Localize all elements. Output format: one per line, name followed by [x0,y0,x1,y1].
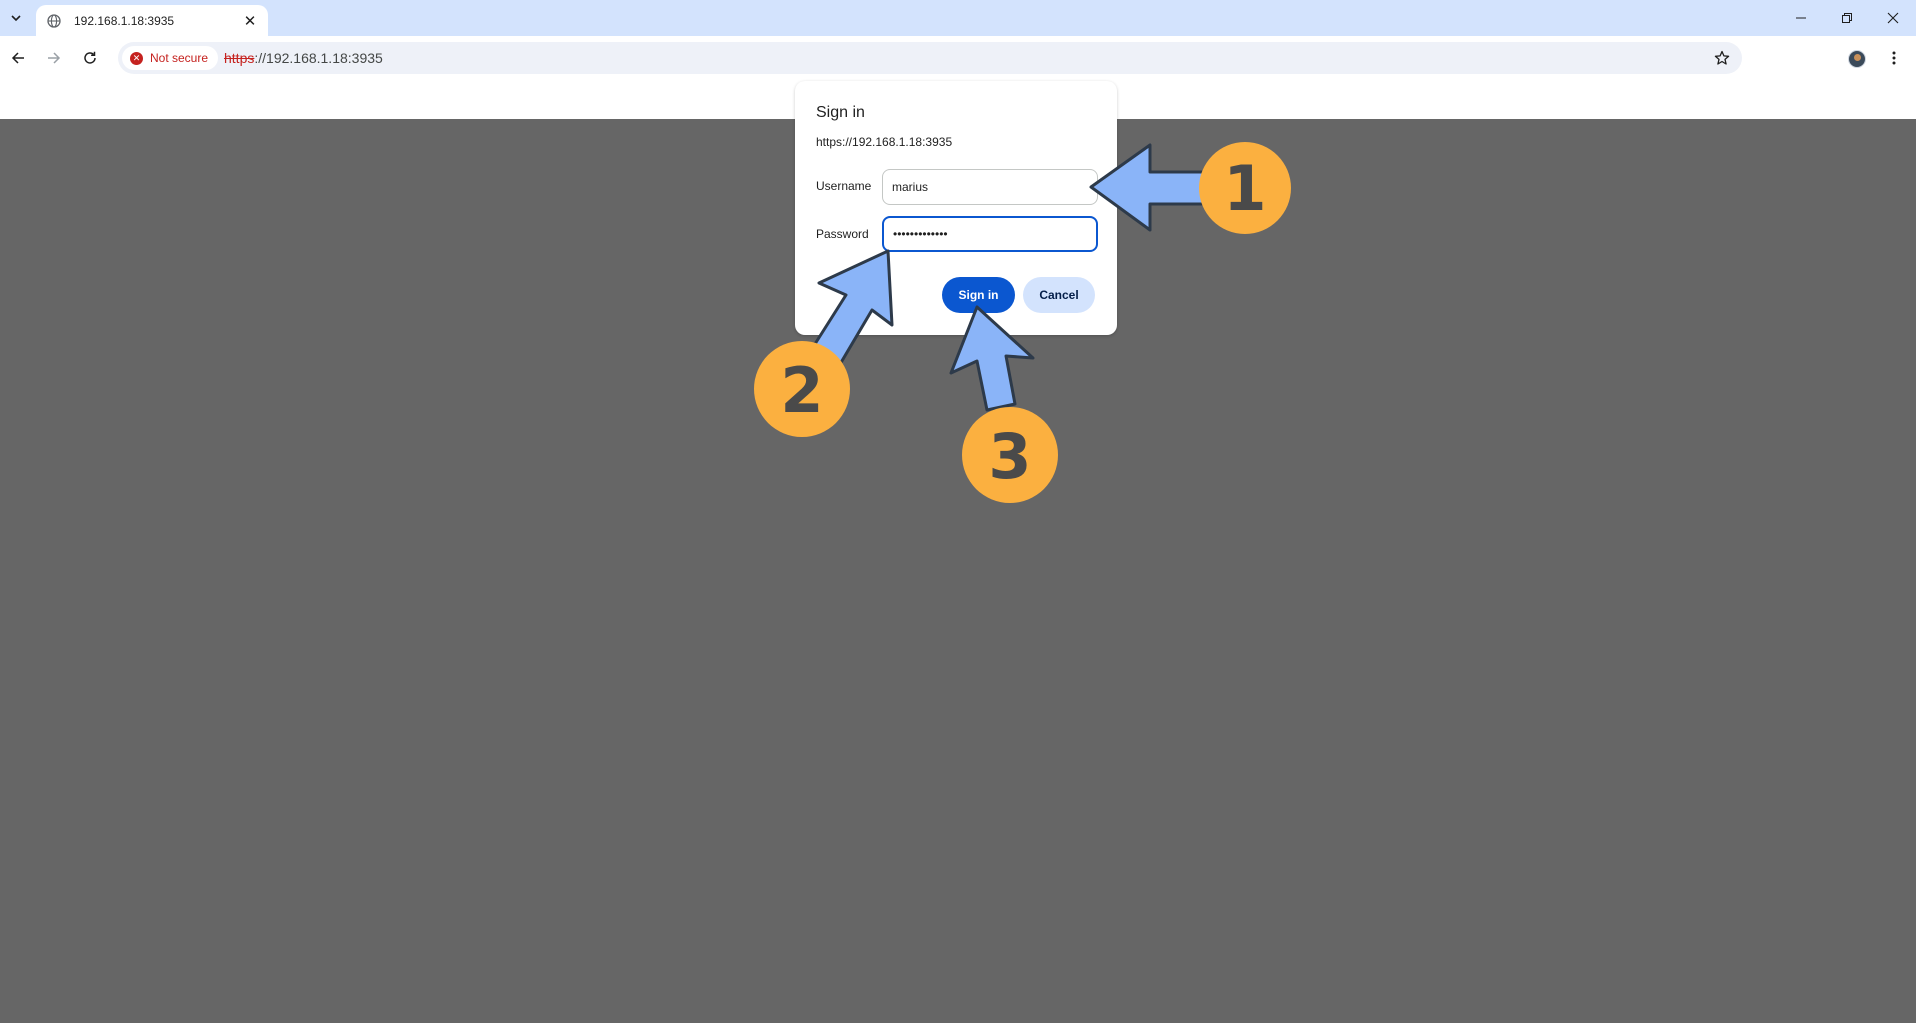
cancel-button[interactable]: Cancel [1023,277,1095,313]
profile-avatar[interactable] [1848,50,1866,68]
browser-tab[interactable]: 192.168.1.18:3935 ✕ [36,5,268,36]
badge-2-number: 2 [780,354,823,427]
globe-icon [46,13,62,29]
username-field[interactable]: marius [882,169,1098,205]
dialog-title: Sign in [816,104,865,121]
security-chip-label: Not secure [150,51,209,65]
sign-in-dialog: Sign in https://192.168.1.18:3935 Userna… [795,81,1117,335]
dialog-origin: https://192.168.1.18:3935 [816,135,953,149]
back-arrow-icon [11,52,24,64]
restore-button[interactable] [1824,0,1870,36]
forward-arrow-icon [48,52,61,64]
username-label: Username [816,179,872,193]
more-vert-icon [1892,51,1896,65]
not-secure-icon: ✕ [130,51,143,65]
password-label: Password [816,227,869,241]
url-scheme: https [224,50,255,66]
badge-3 [962,407,1058,503]
tab-strip: 192.168.1.18:3935 ✕ [0,0,1916,36]
badge-1 [1199,142,1291,234]
badge-2 [754,341,850,437]
back-button[interactable] [4,44,32,72]
browser-toolbar: ✕ Not secure https://192.168.1.18:3935 [0,36,1916,80]
bookmark-star-icon[interactable] [1712,48,1732,68]
browser-menu-button[interactable] [1882,44,1906,72]
close-window-button[interactable] [1870,0,1916,36]
tab-close-icon[interactable]: ✕ [240,11,260,31]
sign-in-button[interactable]: Sign in [942,277,1015,313]
tab-title: 192.168.1.18:3935 [74,13,175,28]
badge-3-number: 3 [988,420,1031,493]
minimize-button[interactable] [1778,0,1824,36]
restore-icon [1842,13,1852,23]
tab-search-button[interactable] [4,6,28,30]
reload-button[interactable] [76,44,104,72]
close-icon [1887,12,1899,24]
url-text: https://192.168.1.18:3935 [224,50,383,66]
forward-button[interactable] [40,44,68,72]
address-bar[interactable]: ✕ Not secure https://192.168.1.18:3935 [118,42,1742,74]
badge-1-number: 1 [1223,152,1266,225]
security-chip[interactable]: ✕ Not secure [122,46,219,70]
chevron-down-icon [11,15,21,22]
minimize-icon [1796,17,1806,19]
reload-icon [84,51,96,64]
password-field[interactable]: ••••••••••••• [882,216,1098,252]
url-host: ://192.168.1.18:3935 [254,50,383,66]
